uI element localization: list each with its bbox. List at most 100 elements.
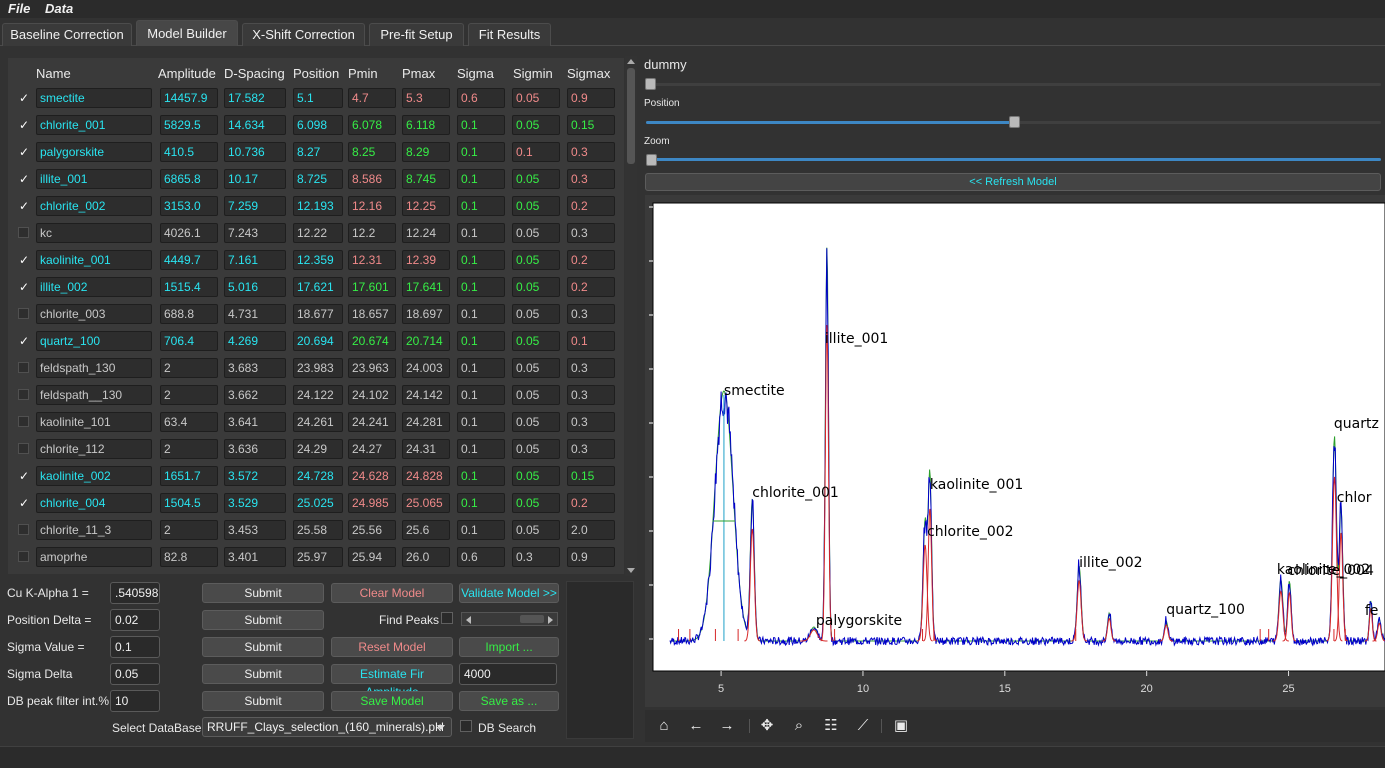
menu-file[interactable]: File bbox=[8, 1, 30, 16]
cell-pmax[interactable]: 24.003 bbox=[402, 358, 450, 378]
cell-sigmax[interactable]: 0.2 bbox=[567, 250, 615, 270]
cell-pmin[interactable]: 12.2 bbox=[348, 223, 396, 243]
cell-sigmax[interactable]: 2.0 bbox=[567, 520, 615, 540]
cell-sigmin[interactable]: 0.05 bbox=[512, 250, 560, 270]
estimate-value-input[interactable]: 4000 bbox=[459, 663, 557, 685]
cell-dspacing[interactable]: 3.662 bbox=[224, 385, 286, 405]
row-checkbox[interactable] bbox=[18, 443, 29, 454]
tab-baseline-correction[interactable]: Baseline Correction bbox=[2, 23, 132, 46]
cell-position[interactable]: 25.97 bbox=[293, 547, 343, 567]
cell-sigma[interactable]: 0.1 bbox=[457, 385, 505, 405]
cell-dspacing[interactable]: 7.259 bbox=[224, 196, 286, 216]
cell-pmin[interactable]: 23.963 bbox=[348, 358, 396, 378]
cell-pmin[interactable]: 4.7 bbox=[348, 88, 396, 108]
cell-pmax[interactable]: 24.142 bbox=[402, 385, 450, 405]
cell-sigmin[interactable]: 0.05 bbox=[512, 196, 560, 216]
cell-sigmin[interactable]: 0.05 bbox=[512, 115, 560, 135]
cell-sigmin[interactable]: 0.05 bbox=[512, 304, 560, 324]
cell-position[interactable]: 12.359 bbox=[293, 250, 343, 270]
zoom-icon[interactable]: ⌕ bbox=[789, 716, 809, 736]
cell-sigmax[interactable]: 0.3 bbox=[567, 304, 615, 324]
cell-sigma[interactable]: 0.1 bbox=[457, 331, 505, 351]
xrd-plot[interactable]: 5 10 15 20 25 smectite chlorite_001 palygorski… bbox=[645, 195, 1385, 707]
submit-db-filter-button[interactable]: Submit bbox=[202, 691, 324, 711]
table-scrollbar[interactable] bbox=[625, 56, 637, 576]
cell-name[interactable]: kaolinite_101 bbox=[36, 412, 152, 432]
scroll-thumb[interactable] bbox=[627, 68, 635, 164]
row-checkbox[interactable] bbox=[18, 416, 29, 427]
cell-amplitude[interactable]: 6865.8 bbox=[160, 169, 218, 189]
cell-sigma[interactable]: 0.1 bbox=[457, 493, 505, 513]
cell-position[interactable]: 12.22 bbox=[293, 223, 343, 243]
cell-pmin[interactable]: 20.674 bbox=[348, 331, 396, 351]
cell-amplitude[interactable]: 706.4 bbox=[160, 331, 218, 351]
find-peaks-checkbox[interactable] bbox=[441, 612, 453, 624]
cell-dspacing[interactable]: 3.683 bbox=[224, 358, 286, 378]
cell-dspacing[interactable]: 4.731 bbox=[224, 304, 286, 324]
save-model-button[interactable]: Save Model bbox=[331, 691, 453, 711]
cell-sigmax[interactable]: 0.2 bbox=[567, 196, 615, 216]
cell-pmax[interactable]: 6.118 bbox=[402, 115, 450, 135]
cell-position[interactable]: 24.728 bbox=[293, 466, 343, 486]
cell-pmax[interactable]: 5.3 bbox=[402, 88, 450, 108]
cell-pmin[interactable]: 24.985 bbox=[348, 493, 396, 513]
cell-name[interactable]: chlorite_002 bbox=[36, 196, 152, 216]
zoom-slider-track[interactable] bbox=[646, 158, 1381, 161]
cell-sigmin[interactable]: 0.05 bbox=[512, 277, 560, 297]
cell-pmin[interactable]: 25.94 bbox=[348, 547, 396, 567]
cell-pmin[interactable]: 24.102 bbox=[348, 385, 396, 405]
cell-pmax[interactable]: 8.745 bbox=[402, 169, 450, 189]
cell-amplitude[interactable]: 688.8 bbox=[160, 304, 218, 324]
tab-fit-results[interactable]: Fit Results bbox=[468, 23, 551, 46]
cell-pmin[interactable]: 24.628 bbox=[348, 466, 396, 486]
row-checkbox[interactable] bbox=[18, 362, 29, 373]
scroll-down-icon[interactable] bbox=[627, 568, 635, 573]
cell-amplitude[interactable]: 4449.7 bbox=[160, 250, 218, 270]
forward-icon[interactable]: → bbox=[717, 716, 737, 736]
cell-sigmin[interactable]: 0.05 bbox=[512, 493, 560, 513]
estimate-amplitude-button[interactable]: Estimate Fir Amplitude bbox=[331, 664, 453, 699]
position-delta-input[interactable]: 0.02 bbox=[110, 609, 160, 631]
sigma-value-input[interactable]: 0.1 bbox=[110, 636, 160, 658]
cell-dspacing[interactable]: 3.641 bbox=[224, 412, 286, 432]
scroll-up-icon[interactable] bbox=[627, 59, 635, 64]
pan-icon[interactable]: ✥ bbox=[757, 716, 777, 736]
tab-pre-fit-setup[interactable]: Pre-fit Setup bbox=[369, 23, 464, 46]
cell-sigma[interactable]: 0.1 bbox=[457, 304, 505, 324]
cell-pmin[interactable]: 12.31 bbox=[348, 250, 396, 270]
cell-sigmax[interactable]: 0.2 bbox=[567, 493, 615, 513]
cell-sigmax[interactable]: 0.3 bbox=[567, 412, 615, 432]
tab-model-builder[interactable]: Model Builder bbox=[136, 20, 238, 46]
cell-amplitude[interactable]: 5829.5 bbox=[160, 115, 218, 135]
cell-sigmin[interactable]: 0.05 bbox=[512, 520, 560, 540]
cell-dspacing[interactable]: 7.243 bbox=[224, 223, 286, 243]
cell-pmax[interactable]: 25.6 bbox=[402, 520, 450, 540]
row-checkbox-checked[interactable]: ✓ bbox=[18, 92, 29, 104]
cell-sigmax[interactable]: 0.3 bbox=[567, 223, 615, 243]
cell-dspacing[interactable]: 5.016 bbox=[224, 277, 286, 297]
tab-x-shift-correction[interactable]: X-Shift Correction bbox=[242, 23, 365, 46]
cell-pmin[interactable]: 25.56 bbox=[348, 520, 396, 540]
cell-sigmin[interactable]: 0.05 bbox=[512, 88, 560, 108]
cell-sigmax[interactable]: 0.3 bbox=[567, 439, 615, 459]
validate-model-button[interactable]: Validate Model >> bbox=[459, 583, 559, 603]
cell-sigmin[interactable]: 0.05 bbox=[512, 385, 560, 405]
reset-model-button[interactable]: Reset Model bbox=[331, 637, 453, 657]
cell-pmax[interactable]: 24.828 bbox=[402, 466, 450, 486]
cell-sigma[interactable]: 0.1 bbox=[457, 520, 505, 540]
cell-amplitude[interactable]: 2 bbox=[160, 358, 218, 378]
row-checkbox[interactable] bbox=[18, 389, 29, 400]
cell-sigmin[interactable]: 0.05 bbox=[512, 169, 560, 189]
cell-name[interactable]: illite_001 bbox=[36, 169, 152, 189]
save-icon[interactable]: ▣ bbox=[891, 716, 911, 736]
cell-pmin[interactable]: 24.27 bbox=[348, 439, 396, 459]
cell-position[interactable]: 8.27 bbox=[293, 142, 343, 162]
submit-sigma-delta-button[interactable]: Submit bbox=[202, 664, 324, 684]
cell-sigmax[interactable]: 0.1 bbox=[567, 331, 615, 351]
cell-name[interactable]: chlorite_001 bbox=[36, 115, 152, 135]
cell-sigma[interactable]: 0.1 bbox=[457, 223, 505, 243]
cell-amplitude[interactable]: 2 bbox=[160, 385, 218, 405]
submit-cu-button[interactable]: Submit bbox=[202, 583, 324, 603]
menu-data[interactable]: Data bbox=[45, 1, 73, 16]
cell-name[interactable]: chlorite_004 bbox=[36, 493, 152, 513]
